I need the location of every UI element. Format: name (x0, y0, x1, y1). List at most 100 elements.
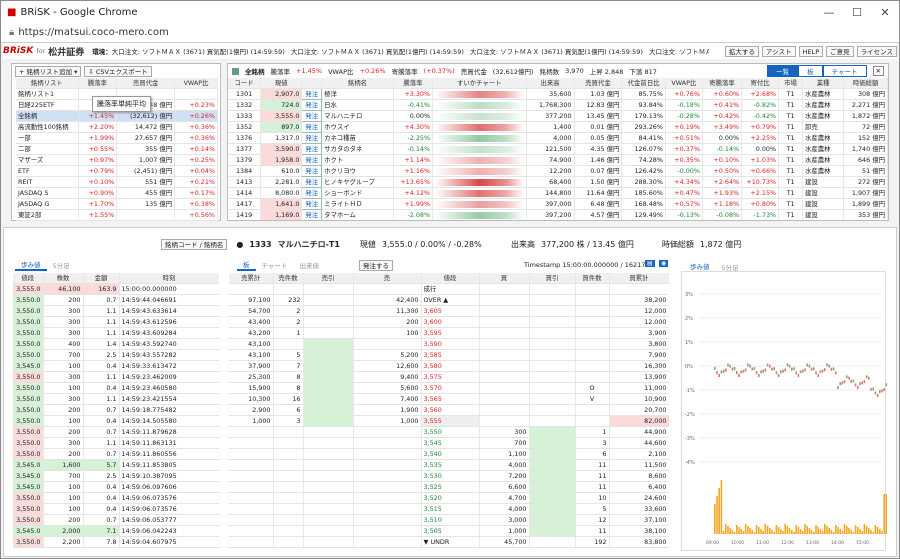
column-header[interactable]: 時刻 (119, 273, 219, 285)
column-header[interactable]: 金額 (83, 273, 120, 285)
book-icon[interactable]: ▤ (645, 260, 655, 267)
board-row[interactable]: 15,900 8 5,600 3,570 O 11,000 (229, 382, 669, 395)
stock-row[interactable]: 1352 897.0 発注 ホウスイ +4.30% 1,400 0.01 億円 293.26%… (228, 121, 888, 134)
column-header[interactable]: 市場 (778, 78, 804, 90)
column-header[interactable]: 値段 (13, 273, 44, 285)
board-row[interactable]: 97,100 232 42,400 OVER ▲ 38,200 (229, 294, 669, 307)
column-header[interactable]: 時価総額 (843, 78, 888, 90)
maximize-icon[interactable]: ☐ (843, 6, 871, 19)
column-header[interactable]: 売買代金 (574, 78, 623, 90)
order-button[interactable]: 発注 (301, 187, 323, 200)
board-row[interactable]: 3,525 6,600 11 6,400 (229, 481, 669, 494)
camera-icon[interactable]: ◉ (659, 260, 669, 267)
stock-row[interactable]: 1333 3,555.0 発注 マルハニチロ 0.00% 377,200 13.45 億円 1… (228, 110, 888, 123)
column-header[interactable]: VWAP比 (665, 78, 703, 90)
tab[interactable]: 板 (237, 259, 256, 271)
order-button[interactable]: 発注 (301, 209, 323, 220)
close-icon[interactable]: ✕ (871, 6, 899, 19)
header-button[interactable]: 拡大する (724, 45, 759, 57)
watchlist-row[interactable]: JASDAQ G +1.70% 135 億円 +0.38% (16, 198, 218, 211)
stock-row[interactable]: 1384 610.0 発注 ホクリヨウ +1.16% 12,200 0.07 億円 126.4… (228, 165, 888, 178)
stock-row[interactable]: 1413 2,281.0 発注 ヒノキヤグループ +13.65% 68,400 1.50 億… (228, 176, 888, 189)
board-row[interactable]: 54,700 2 11,300 3,605 12,000 (229, 305, 669, 318)
column-header[interactable]: 寄騰落率 (702, 78, 743, 90)
order-button[interactable]: 発注 (301, 154, 323, 167)
board-row[interactable]: 3,545 700 3 44,600 (229, 437, 669, 450)
order-button[interactable]: 発注 (301, 121, 323, 134)
board-row[interactable]: 3,515 4,000 5 33,600 (229, 503, 669, 516)
watchlist-row[interactable]: 二部 +0.55% 355 億円 +0.14% (16, 143, 218, 156)
minimize-icon[interactable]: — (815, 6, 843, 19)
board-row[interactable]: 成行 (229, 283, 669, 296)
board-row[interactable]: 3,505 1,000 11 38,100 (229, 525, 669, 538)
tab[interactable]: チャート (256, 260, 294, 270)
order-button[interactable]: 発注 (301, 110, 323, 123)
header-button[interactable]: HELP (798, 45, 824, 57)
add-list-button[interactable]: + 銘柄リスト追加 ▾ (15, 66, 82, 77)
order-button[interactable]: 発注 (301, 88, 323, 101)
tab[interactable]: 5分足 (47, 260, 76, 270)
order-button[interactable]: 発注する (359, 260, 393, 271)
column-header[interactable]: 寄付比 (741, 78, 780, 90)
board-row[interactable]: 1,000 3 1,000 3,555 82,000 (229, 415, 669, 428)
csv-export-button[interactable]: ⇩ CSVエクスポート (84, 66, 152, 77)
board-row[interactable]: 43,400 2 200 3,600 12,000 (229, 316, 669, 329)
column-header[interactable] (301, 78, 323, 90)
close-panel-icon[interactable]: ✕ (872, 66, 884, 76)
board-row[interactable]: 3,540 1,100 6 2,100 (229, 448, 669, 461)
watchlist-row[interactable]: 一部 +1.99% 27,657 億円 +0.36% (16, 132, 218, 145)
tab[interactable]: 歩み値 (15, 259, 47, 271)
watchlist-row[interactable]: 高流動性100銘柄 +2.20% 14,472 億円 +0.36% (16, 121, 218, 134)
board-row[interactable]: 43,200 1 100 3,595 3,900 (229, 327, 669, 340)
board-row[interactable]: 43,100 5 5,200 3,585 7,900 (229, 349, 669, 362)
code-search-button[interactable]: 銘柄コード / 銘柄名 (161, 239, 228, 250)
header-button[interactable]: アシスト (761, 45, 796, 57)
tab[interactable]: 出来値 (293, 260, 325, 270)
stock-row[interactable]: 1376 1,317.0 発注 カネコ種苗 -2.25% 4,000 0.05 億円 84.4… (228, 132, 888, 145)
column-header[interactable]: 銘柄リスト (16, 78, 79, 90)
watchlist-row[interactable]: ETF +0.79% (2,451) 億円 +0.04% (16, 165, 218, 178)
header-button[interactable]: ご意見 (826, 45, 854, 57)
order-button[interactable]: 発注 (301, 132, 323, 145)
column-header[interactable]: 代金前日比 (621, 78, 666, 90)
watchlist-row[interactable]: 東証2部 +1.55% +0.56% (16, 209, 218, 222)
view-tab[interactable]: チャート (822, 65, 867, 77)
view-tab[interactable]: 板 (798, 65, 823, 77)
board-row[interactable]: 3,510 3,000 12 37,100 (229, 514, 669, 527)
stock-row[interactable]: 1417 1,641.0 発注 ミライトＨＤ +1.99% 397,000 6.48 億円 1… (228, 198, 888, 211)
column-header[interactable]: 株数 (43, 273, 84, 285)
column-header[interactable]: 騰落率 (393, 78, 434, 90)
column-header[interactable]: 出来高 (526, 78, 575, 90)
board-row[interactable]: 3,530 7,200 11 8,600 (229, 470, 669, 483)
column-header[interactable]: すいかチャート (432, 78, 527, 90)
address-bar[interactable]: 🔒︎ https://matsui.coco-mero.com (1, 23, 899, 43)
watchlist-row[interactable]: マザーズ +0.97% 1,007 億円 +0.25% (16, 154, 218, 167)
order-button[interactable]: 発注 (301, 176, 323, 189)
column-header[interactable]: 売買代金 (116, 78, 176, 90)
column-header[interactable]: 銘柄名 (321, 78, 394, 90)
watchlist-row[interactable]: JASDAQ S +0.90% 455 億円 +0.17% (16, 187, 218, 200)
intraday-chart[interactable]: 3% 2% 1% 0% -1% -2% -3% -4% 09:00 10:00 11:00 12:00… (681, 271, 890, 551)
column-header[interactable]: コード (228, 78, 262, 90)
stock-row[interactable]: 1332 724.0 発注 日水 -0.41% 1,768,300 12.83 億円 93.8… (228, 99, 888, 112)
board-row[interactable]: 3,520 4,700 10 24,600 (229, 492, 669, 505)
view-tab[interactable]: 一覧 (767, 65, 799, 77)
stock-row[interactable]: 1379 1,958.0 発注 ホクト +1.14% 74,900 1.46 億円 74.28… (228, 154, 888, 167)
board-row[interactable]: 25,300 8 9,400 3,575 13,900 (229, 371, 669, 384)
board-row[interactable]: ▼ UNDR 45,700 192 83,800 (229, 536, 669, 549)
order-button[interactable]: 発注 (301, 165, 323, 178)
watchlist-row[interactable]: REIT +0.10% 551 億円 +0.21% (16, 176, 218, 189)
column-header[interactable]: VWAP比 (174, 78, 218, 90)
board-row[interactable]: 2,900 6 1,900 3,560 20,700 (229, 404, 669, 417)
url-text[interactable]: https://matsui.coco-mero.com (18, 27, 168, 38)
board-row[interactable]: 3,550 300 1 44,900 (229, 426, 669, 439)
list-checkbox[interactable] (232, 67, 239, 75)
column-header[interactable]: 業種 (802, 78, 845, 90)
stock-row[interactable]: 1414 8,080.0 発注 ショーボンド +4.12% 144,800 11.64 億円… (228, 187, 888, 200)
board-row[interactable]: 43,100 3,590 3,800 (229, 338, 669, 351)
board-row[interactable]: 3,535 4,000 11 11,500 (229, 459, 669, 472)
column-header[interactable]: 騰落率 (78, 78, 118, 90)
header-button[interactable]: ライセンス (856, 45, 897, 57)
board-row[interactable]: 10,300 16 7,400 3,565 V 10,900 (229, 393, 669, 406)
stock-row[interactable]: 1419 1,169.0 発注 タマホーム -2.08% 397,200 4.57 億円 12… (228, 209, 888, 220)
